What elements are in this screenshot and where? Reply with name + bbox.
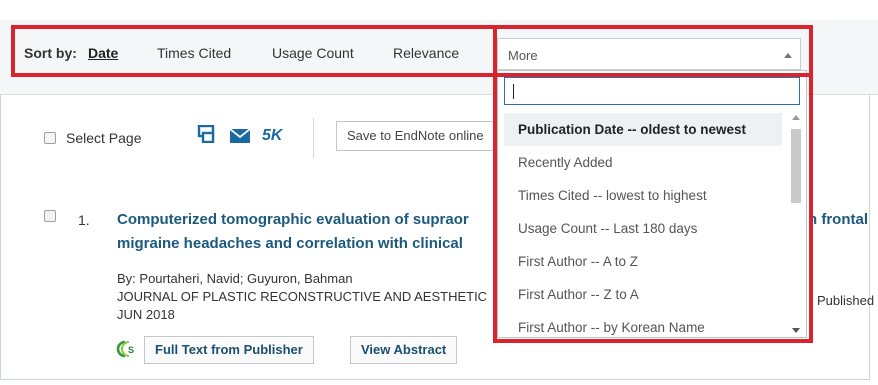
svg-text:S: S	[128, 345, 134, 355]
record-number: 1.	[78, 212, 90, 228]
select-page-label: Select Page	[66, 130, 142, 146]
select-page-checkbox[interactable]	[44, 132, 56, 144]
highlight-box-dropdown	[493, 25, 813, 343]
record-date: JUN 2018	[117, 307, 175, 322]
email-icon[interactable]	[229, 128, 251, 148]
record-journal: JOURNAL OF PLASTIC RECONSTRUCTIVE AND AE…	[117, 289, 488, 304]
print-icon[interactable]	[197, 124, 217, 148]
record-published-label: Published	[817, 293, 875, 308]
crossref-logo-icon: S	[115, 339, 139, 364]
record-title-link-continued[interactable]: h frontal	[808, 208, 868, 232]
record-title-link[interactable]: Computerized tomographic evaluation of s…	[117, 208, 497, 256]
top-strip	[0, 0, 878, 20]
record-authors: By: Pourtaheri, Navid; Guyuron, Bahman	[117, 271, 353, 286]
full-text-button[interactable]: Full Text from Publisher	[144, 336, 314, 364]
save-to-endnote-select[interactable]: Save to EndNote online	[336, 121, 506, 151]
result-count-badge: 5K	[262, 127, 283, 144]
toolbar-divider	[313, 118, 314, 158]
record-checkbox[interactable]	[44, 210, 56, 222]
view-abstract-button[interactable]: View Abstract	[350, 336, 458, 364]
